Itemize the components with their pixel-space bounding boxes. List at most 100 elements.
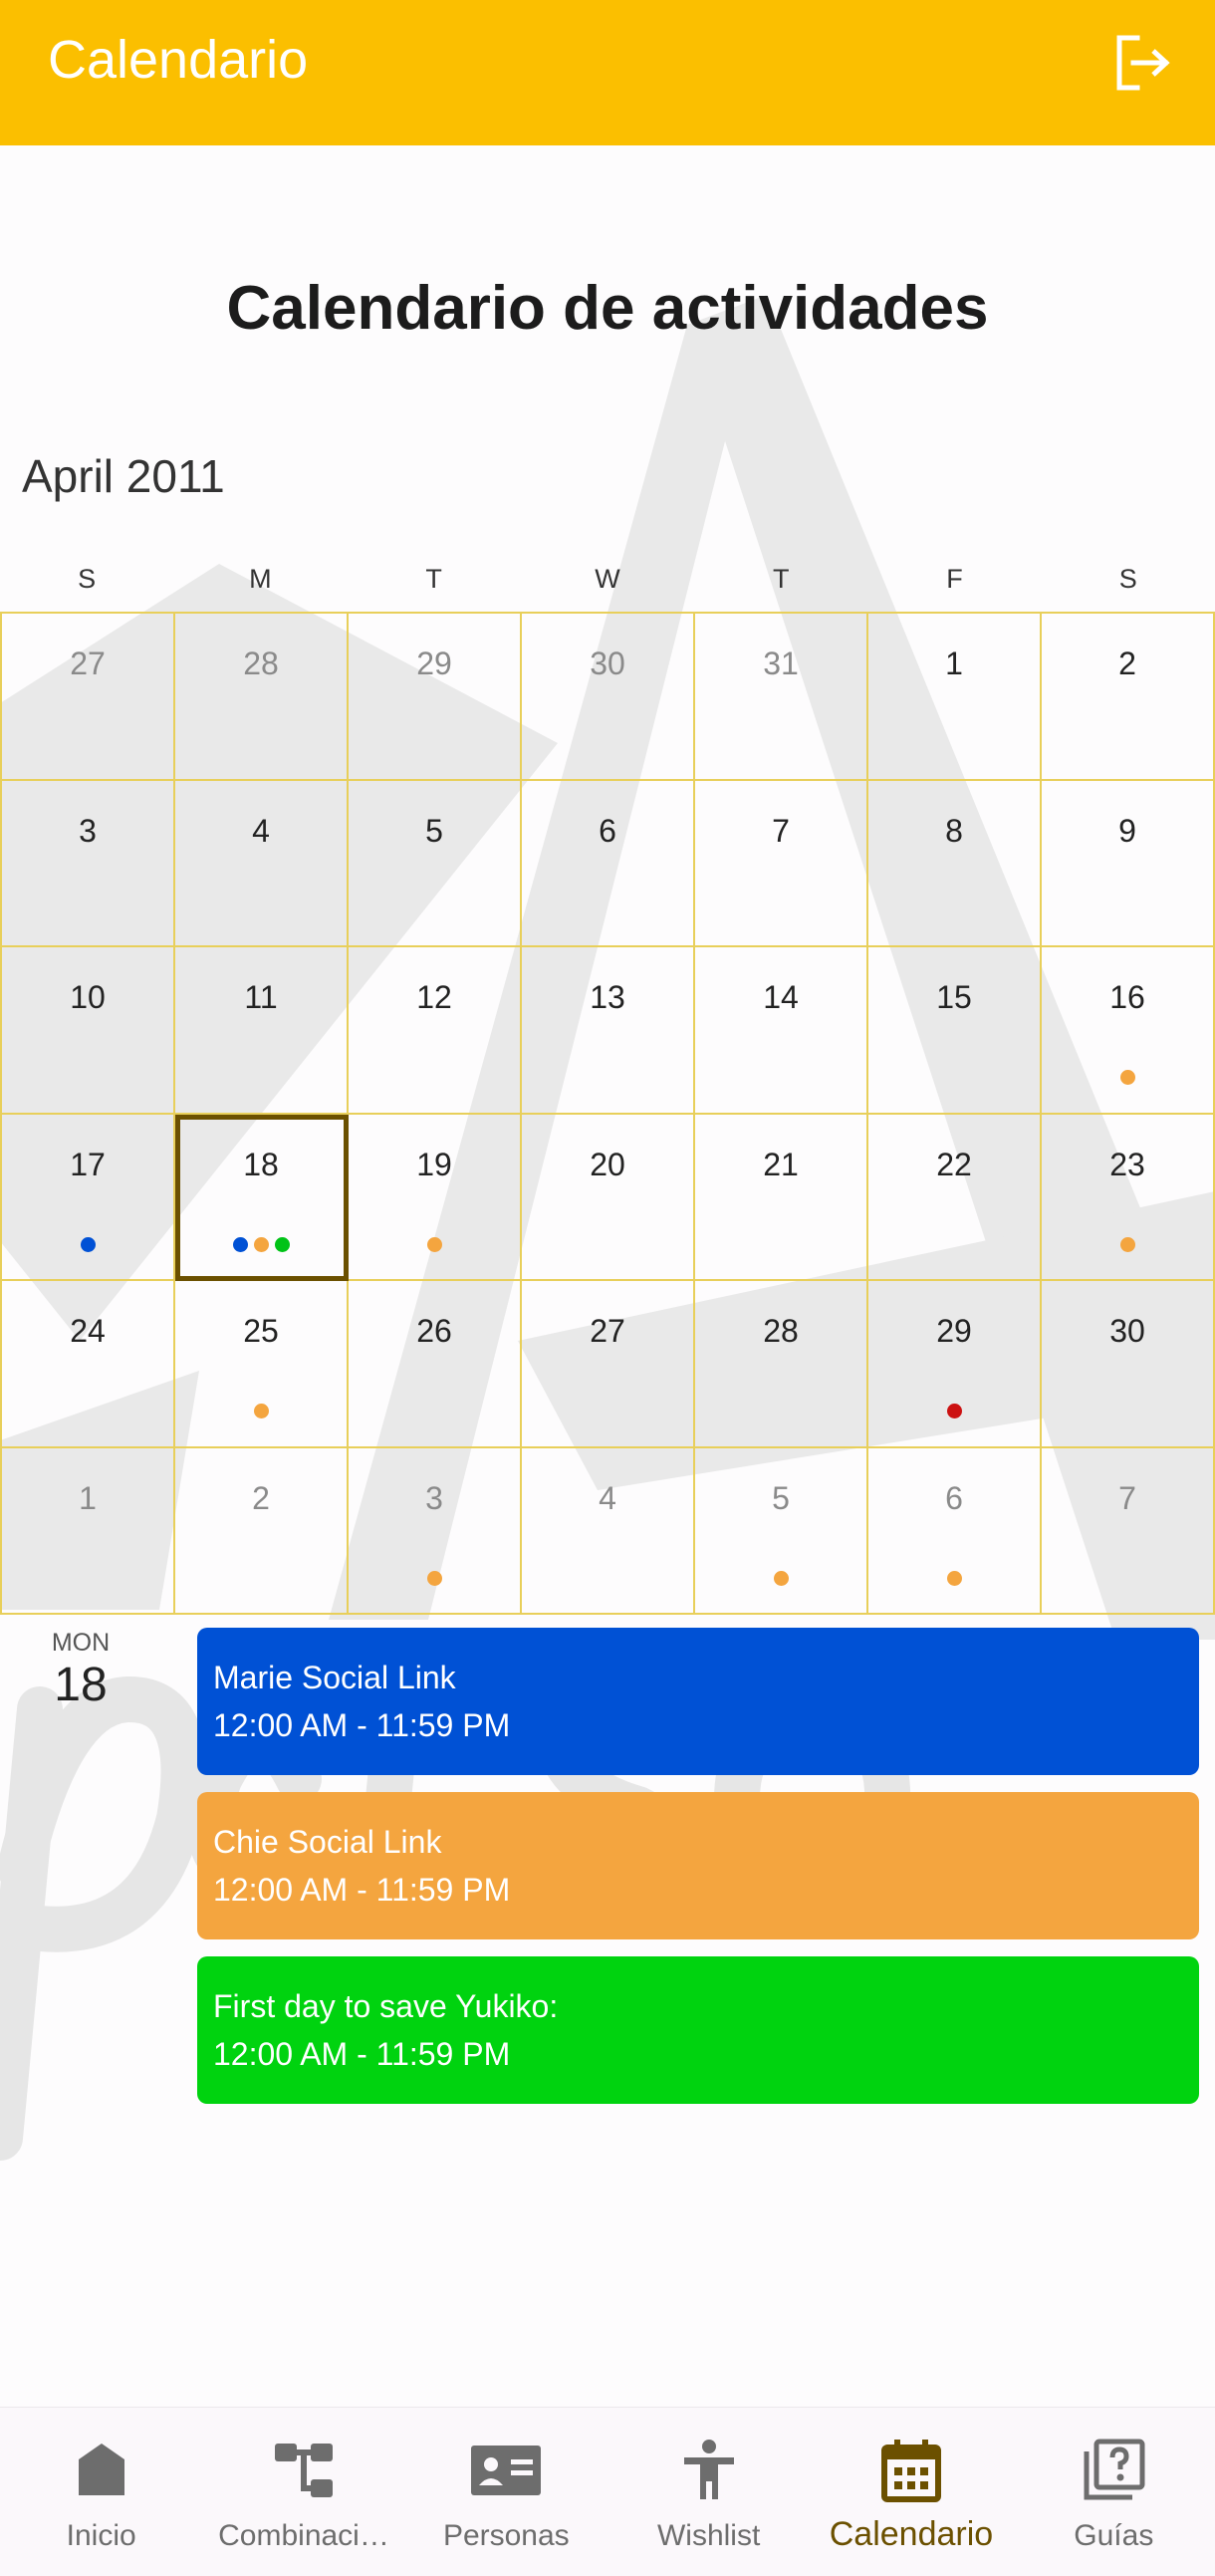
calendar-day-cell[interactable]: 7 (1042, 1447, 1215, 1615)
calendar-day-cell[interactable]: 31 (695, 614, 868, 781)
calendar-day-cell[interactable]: 15 (868, 947, 1042, 1115)
day-number: 23 (1109, 1146, 1145, 1182)
day-number: 26 (416, 1313, 452, 1349)
event-title: Chie Social Link (213, 1824, 442, 1860)
calendar-day-cell[interactable]: 29 (349, 614, 522, 781)
nav-item-personas[interactable]: Personas (405, 2408, 608, 2576)
contact-card-icon (471, 2446, 542, 2495)
calendar-day-cell[interactable]: 6 (522, 780, 695, 947)
calendar-day-cell[interactable]: 21 (695, 1114, 868, 1281)
calendar-day-cell[interactable]: 27 (522, 1281, 695, 1448)
calendar-day-cell[interactable]: 28 (175, 614, 349, 781)
nav-item-calendario[interactable]: Calendario (810, 2408, 1012, 2576)
calendar-day-cell[interactable]: 8 (868, 780, 1042, 947)
event-dot (253, 1404, 269, 1418)
event-dot (253, 1236, 269, 1252)
calendar-day-cell[interactable]: 2 (1042, 614, 1215, 781)
event-indicators (349, 1236, 520, 1252)
calendar-day-cell[interactable]: 27 (2, 614, 175, 781)
event-time: 12:00 AM - 11:59 PM (213, 1872, 511, 1908)
day-number: 3 (425, 1479, 443, 1516)
calendar-day-cell[interactable]: 1 (868, 614, 1042, 781)
event-indicators (349, 1570, 520, 1586)
nav-item-inicio[interactable]: Inicio (0, 2408, 202, 2576)
day-number: 13 (590, 979, 625, 1015)
weekday-label: M (249, 564, 272, 594)
calendar-day-cell[interactable]: 2 (175, 1447, 349, 1615)
calendar-day-cell[interactable]: 9 (1042, 780, 1215, 947)
day-number: 5 (425, 812, 443, 849)
calendar-day-cell[interactable]: 13 (522, 947, 695, 1115)
calendar-day-cell[interactable]: 17 (2, 1114, 175, 1281)
calendar-day-cell[interactable]: 4 (522, 1447, 695, 1615)
calendar-day-cell[interactable]: 4 (175, 780, 349, 947)
calendar-day-cell[interactable]: 5 (695, 1447, 868, 1615)
calendar-day-cell[interactable]: 3 (349, 1447, 522, 1615)
calendar-day-cell[interactable]: 22 (868, 1114, 1042, 1281)
calendar-day-cell[interactable]: 14 (695, 947, 868, 1115)
calendar-day-cell[interactable]: 16 (1042, 947, 1215, 1115)
event-dot (232, 1236, 248, 1252)
calendar-day-cell[interactable]: 24 (2, 1281, 175, 1448)
weekday-label: S (78, 564, 97, 594)
day-number: 24 (70, 1313, 106, 1349)
event-dot (426, 1570, 442, 1586)
event-card[interactable]: Chie Social Link 12:00 AM - 11:59 PM (197, 1792, 1199, 1939)
calendar-day-cell[interactable]: 5 (349, 780, 522, 947)
calendar-day-cell[interactable]: 10 (2, 947, 175, 1115)
calendar-day-cell[interactable]: 26 (349, 1281, 522, 1448)
nav-item-guias[interactable]: Guías (1013, 2408, 1215, 2576)
day-number: 6 (599, 812, 616, 849)
event-dot (80, 1236, 96, 1252)
home-icon (78, 2444, 124, 2495)
day-number: 25 (243, 1313, 279, 1349)
day-number: 28 (243, 645, 279, 681)
day-number: 6 (945, 1479, 963, 1516)
calendar-day-cell[interactable]: 7 (695, 780, 868, 947)
event-title: First day to save Yukiko: (213, 1988, 559, 2024)
calendar-day-cell-selected[interactable]: 18 (175, 1114, 349, 1281)
nav-label: Guías (1074, 2519, 1154, 2552)
weekday-header: S M T W T F S (0, 554, 1215, 604)
calendar-day-cell[interactable]: 3 (2, 780, 175, 947)
event-dot (426, 1236, 442, 1252)
day-number: 1 (79, 1479, 97, 1516)
day-number: 29 (416, 645, 452, 681)
event-indicators (175, 1236, 347, 1252)
day-number: 29 (936, 1313, 972, 1349)
calendar-day-cell[interactable]: 25 (175, 1281, 349, 1448)
day-number: 18 (243, 1146, 279, 1182)
calendar-day-cell[interactable]: 19 (349, 1114, 522, 1281)
logout-icon (1116, 35, 1170, 91)
fusion-tree-icon (274, 2444, 333, 2497)
selected-day-number: 18 (54, 1659, 108, 1711)
calendar-day-cell[interactable]: 11 (175, 947, 349, 1115)
nav-label: Personas (442, 2519, 570, 2552)
calendar-day-cell[interactable]: 12 (349, 947, 522, 1115)
nav-item-combinaciones[interactable]: Combinaci… (202, 2408, 404, 2576)
calendar-day-cell[interactable]: 6 (868, 1447, 1042, 1615)
calendar-day-cell[interactable]: 20 (522, 1114, 695, 1281)
person-icon (683, 2440, 734, 2499)
event-dot (946, 1404, 962, 1418)
logout-button[interactable] (1107, 28, 1177, 98)
calendar-day-cell[interactable]: 1 (2, 1447, 175, 1615)
calendar-day-cell[interactable]: 23 (1042, 1114, 1215, 1281)
calendar-day-cell[interactable]: 30 (522, 614, 695, 781)
event-indicators (868, 1404, 1040, 1418)
nav-label: Combinaci… (218, 2519, 389, 2552)
day-number: 15 (936, 979, 972, 1015)
bottom-navigation: Inicio Combinaci… Personas Wishlist Cale… (0, 2407, 1215, 2576)
day-number: 12 (416, 979, 452, 1015)
nav-item-wishlist[interactable]: Wishlist (608, 2408, 810, 2576)
app-bar-title: Calendario (48, 30, 309, 90)
app-bar: Calendario (0, 0, 1215, 145)
calendar-day-cell[interactable]: 29 (868, 1281, 1042, 1448)
event-card[interactable]: Marie Social Link 12:00 AM - 11:59 PM (197, 1628, 1199, 1775)
nav-label: Inicio (66, 2519, 136, 2552)
day-number: 19 (416, 1146, 452, 1182)
event-card[interactable]: First day to save Yukiko: 12:00 AM - 11:… (197, 1956, 1199, 2104)
calendar-month-label[interactable]: April 2011 (22, 448, 225, 504)
calendar-day-cell[interactable]: 30 (1042, 1281, 1215, 1448)
calendar-day-cell[interactable]: 28 (695, 1281, 868, 1448)
